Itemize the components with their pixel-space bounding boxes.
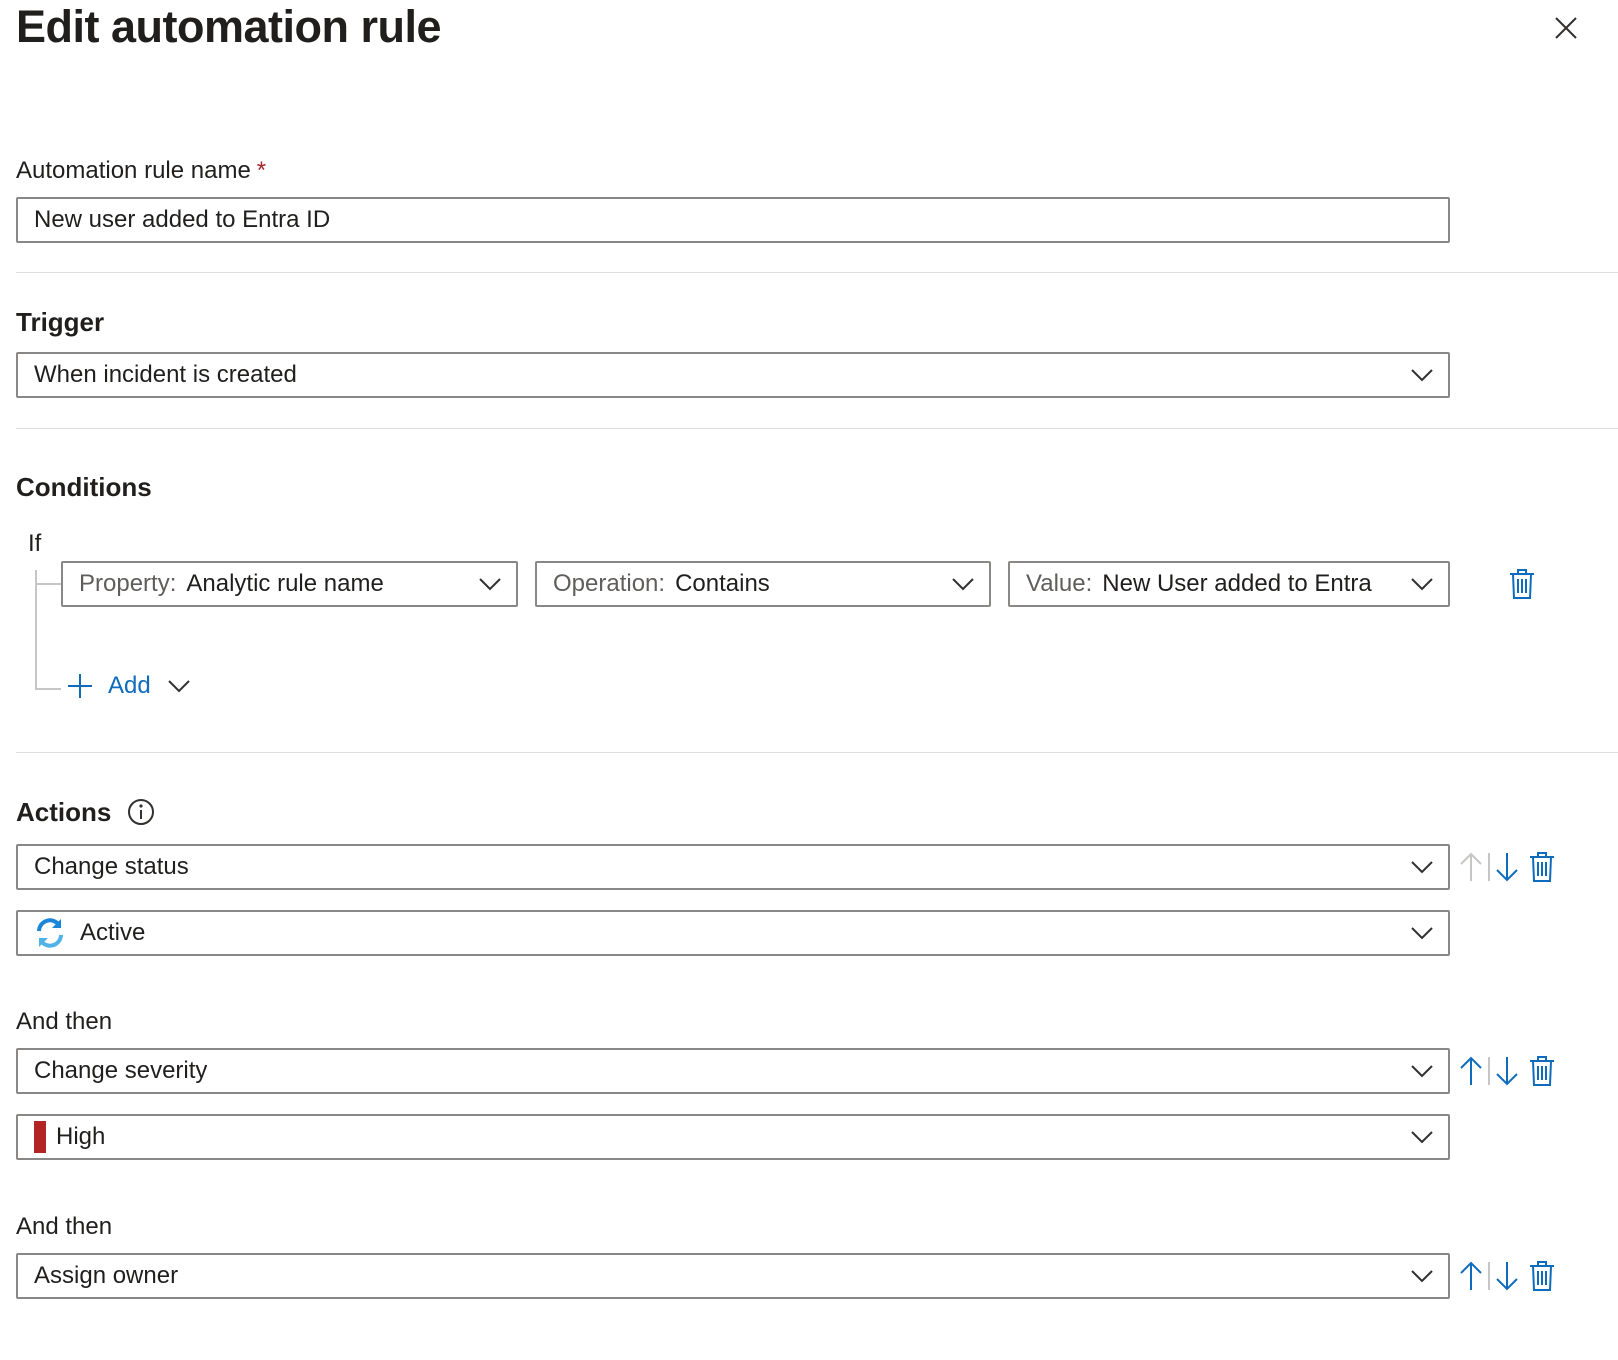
operation-key: Operation: xyxy=(553,570,666,597)
chevron-down-icon xyxy=(1411,1065,1433,1078)
separator xyxy=(1488,1262,1490,1290)
chevron-down-icon xyxy=(479,578,501,591)
divider xyxy=(16,272,1618,273)
action-1-value: Change status xyxy=(34,853,189,880)
action-3-controls xyxy=(1458,1260,1556,1292)
plus-icon xyxy=(68,674,92,698)
rule-name-input[interactable]: New user added to Entra ID xyxy=(16,197,1450,243)
action-1-controls xyxy=(1458,851,1556,883)
delete-action-icon[interactable] xyxy=(1528,1260,1556,1292)
actions-heading: Actions xyxy=(16,796,155,828)
refresh-icon xyxy=(37,918,63,948)
tree-branch xyxy=(35,688,61,690)
severity-value: High xyxy=(56,1123,106,1150)
conditions-heading: Conditions xyxy=(16,472,152,502)
trigger-heading: Trigger xyxy=(16,307,105,337)
rule-name-label-text: Automation rule name xyxy=(16,157,251,184)
value-key: Value: xyxy=(1026,570,1093,597)
chevron-down-icon xyxy=(1411,861,1433,874)
rule-name-label: Automation rule name * xyxy=(16,156,266,186)
divider xyxy=(16,428,1618,429)
delete-action-icon[interactable] xyxy=(1528,1055,1556,1087)
operation-value: Contains xyxy=(675,570,770,597)
action-2-dropdown[interactable]: Change severity xyxy=(16,1048,1450,1094)
status-dropdown[interactable]: Active xyxy=(16,910,1450,956)
and-then-label: And then xyxy=(16,1213,113,1240)
move-down-icon[interactable] xyxy=(1494,851,1520,883)
move-up-icon[interactable] xyxy=(1458,851,1484,883)
add-label: Add xyxy=(108,672,151,699)
and-then-label: And then xyxy=(16,1008,113,1035)
rule-name-value: New user added to Entra ID xyxy=(34,206,331,233)
actions-heading-text: Actions xyxy=(16,797,112,827)
divider xyxy=(16,752,1618,753)
if-label: If xyxy=(28,530,42,557)
condition-operation-dropdown[interactable]: Operation: Contains xyxy=(535,561,991,607)
condition-property-dropdown[interactable]: Property: Analytic rule name xyxy=(61,561,518,607)
move-up-icon[interactable] xyxy=(1458,1055,1484,1087)
separator xyxy=(1488,1057,1490,1085)
info-icon[interactable] xyxy=(127,798,155,826)
severity-color-indicator xyxy=(34,1121,46,1153)
delete-condition-icon[interactable] xyxy=(1508,568,1536,600)
tree-branch xyxy=(35,583,61,585)
action-2-value: Change severity xyxy=(34,1057,208,1084)
chevron-down-icon xyxy=(1411,369,1433,382)
move-down-icon[interactable] xyxy=(1494,1260,1520,1292)
action-2-controls xyxy=(1458,1055,1556,1087)
action-3-value: Assign owner xyxy=(34,1262,179,1289)
required-marker: * xyxy=(256,157,267,184)
action-3-dropdown[interactable]: Assign owner xyxy=(16,1253,1450,1299)
chevron-down-icon xyxy=(167,680,190,693)
chevron-down-icon xyxy=(1411,1131,1433,1144)
property-key: Property: xyxy=(79,570,177,597)
chevron-down-icon xyxy=(1411,578,1433,591)
severity-dropdown[interactable]: High xyxy=(16,1114,1450,1160)
move-up-icon[interactable] xyxy=(1458,1260,1484,1292)
chevron-down-icon xyxy=(1411,927,1433,940)
add-condition-button[interactable]: Add xyxy=(66,672,191,700)
trigger-dropdown[interactable]: When incident is created xyxy=(16,352,1450,398)
status-value: Active xyxy=(80,919,146,946)
condition-value-dropdown[interactable]: Value: New User added to Entra xyxy=(1008,561,1450,607)
property-value: Analytic rule name xyxy=(186,570,384,597)
separator xyxy=(1488,853,1490,881)
trigger-value: When incident is created xyxy=(34,361,297,388)
chevron-down-icon xyxy=(1411,1270,1433,1283)
value-value: New User added to Entra xyxy=(1102,570,1372,597)
close-icon[interactable] xyxy=(1550,12,1580,42)
move-down-icon[interactable] xyxy=(1494,1055,1520,1087)
page-title: Edit automation rule xyxy=(16,1,442,52)
tree-line xyxy=(35,570,37,690)
delete-action-icon[interactable] xyxy=(1528,851,1556,883)
action-1-dropdown[interactable]: Change status xyxy=(16,844,1450,890)
chevron-down-icon xyxy=(952,578,974,591)
